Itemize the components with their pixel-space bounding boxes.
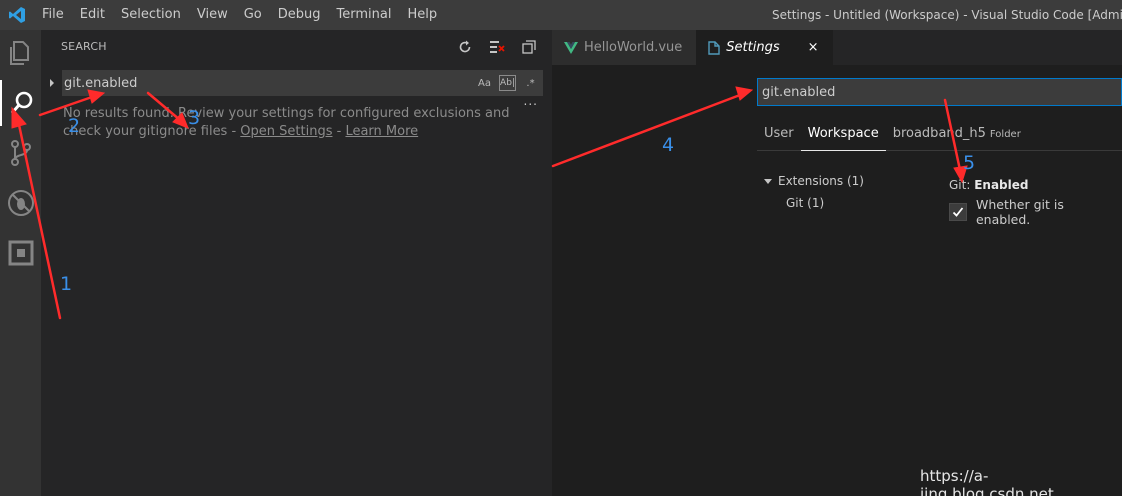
step-number-2: 2 xyxy=(68,115,81,137)
settings-toc: Extensions (1) Git (1) xyxy=(764,170,864,214)
folder-name: broadband_h5 xyxy=(892,126,986,141)
tab-workspace[interactable]: Workspace xyxy=(800,123,886,151)
step-number-1: 1 xyxy=(60,273,73,295)
setting-title: Git: Enabled xyxy=(949,178,1122,192)
vscode-logo-icon xyxy=(0,0,34,30)
setting-category: Git: xyxy=(949,178,975,192)
search-input[interactable] xyxy=(62,70,482,96)
menu-bar: File Edit Selection View Go Debug Termin… xyxy=(34,0,445,30)
vue-icon xyxy=(564,41,578,54)
refresh-icon[interactable] xyxy=(456,38,474,56)
open-settings-link[interactable]: Open Settings xyxy=(240,124,332,139)
editor-area: HelloWorld.vue Settings × User Workspace… xyxy=(552,30,1122,496)
step-number-4: 4 xyxy=(662,134,675,156)
file-icon xyxy=(708,40,720,55)
search-sidebar: SEARCH Aa Ab| .* ... No results found. R… xyxy=(41,30,552,496)
menu-file[interactable]: File xyxy=(34,0,72,30)
search-icon[interactable] xyxy=(0,80,41,126)
setting-name: Enabled xyxy=(974,178,1029,192)
menu-view[interactable]: View xyxy=(189,0,236,30)
sidebar-title: SEARCH xyxy=(61,40,107,53)
toc-item-git[interactable]: Git (1) xyxy=(764,192,864,214)
tab-label: HelloWorld.vue xyxy=(584,40,683,55)
link-separator: - xyxy=(332,124,346,139)
menu-selection[interactable]: Selection xyxy=(113,0,189,30)
match-case-button[interactable]: Aa xyxy=(476,75,493,91)
git-enabled-checkbox[interactable] xyxy=(949,203,967,221)
tab-label: Settings xyxy=(726,40,780,55)
source-control-icon[interactable] xyxy=(0,130,41,176)
step-number-3: 3 xyxy=(188,107,201,129)
toc-label: Git (1) xyxy=(786,196,825,210)
checkmark-icon xyxy=(952,207,964,217)
no-results-message: No results found. Review your settings f… xyxy=(63,105,533,141)
replace-toggle-icon[interactable] xyxy=(48,77,56,92)
editor-tabs: HelloWorld.vue Settings × xyxy=(552,30,1122,65)
tab-folder[interactable]: broadband_h5 Folder xyxy=(886,123,1028,151)
toc-item-extensions[interactable]: Extensions (1) xyxy=(764,170,864,192)
clear-results-icon[interactable] xyxy=(488,38,506,56)
tab-settings[interactable]: Settings × xyxy=(696,30,833,65)
menu-terminal[interactable]: Terminal xyxy=(329,0,400,30)
menu-edit[interactable]: Edit xyxy=(72,0,113,30)
menu-help[interactable]: Help xyxy=(399,0,445,30)
close-icon[interactable]: × xyxy=(808,40,819,55)
activity-bar xyxy=(0,30,41,496)
match-word-button[interactable]: Ab| xyxy=(499,75,516,91)
menu-debug[interactable]: Debug xyxy=(270,0,329,30)
title-bar: File Edit Selection View Go Debug Termin… xyxy=(0,0,1122,30)
toc-label: Extensions (1) xyxy=(778,174,864,188)
explorer-icon[interactable] xyxy=(0,30,41,76)
learn-more-link[interactable]: Learn More xyxy=(345,124,418,139)
settings-search-input[interactable] xyxy=(758,79,1118,105)
window-title: Settings - Untitled (Workspace) - Visual… xyxy=(772,8,1122,22)
tab-helloworld[interactable]: HelloWorld.vue xyxy=(552,30,697,65)
setting-description: Whether git is enabled. xyxy=(975,197,1064,227)
step-number-5: 5 xyxy=(963,152,976,174)
settings-scope-tabs: User Workspace broadband_h5 Folder xyxy=(757,123,1122,151)
tab-user[interactable]: User xyxy=(757,123,801,151)
chevron-down-icon xyxy=(764,179,772,184)
debug-icon[interactable] xyxy=(0,180,41,226)
menu-go[interactable]: Go xyxy=(236,0,270,30)
setting-git-enabled: Git: Enabled Whether git is enabled. xyxy=(949,178,1122,227)
regex-button[interactable]: .* xyxy=(522,75,539,91)
search-box: Aa Ab| .* xyxy=(62,70,543,96)
collapse-all-icon[interactable] xyxy=(520,38,538,56)
folder-label: Folder xyxy=(989,129,1021,140)
settings-search-box xyxy=(757,78,1122,106)
watermark: https://a-jing.blog.csdn.net xyxy=(920,467,1054,496)
extensions-icon[interactable] xyxy=(0,230,41,276)
